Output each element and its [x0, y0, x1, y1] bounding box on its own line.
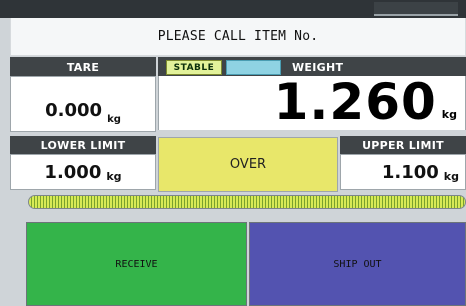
top-strip — [0, 0, 466, 18]
lower-limit-value-box[interactable]: 1.000 kg — [10, 154, 156, 190]
tare-unit: kg — [107, 114, 121, 125]
judgement-status: OVER — [158, 137, 338, 192]
lower-limit-value: 1.000 — [44, 162, 102, 183]
ship-out-button-label: SHIP OUT — [333, 258, 382, 270]
message-bar: PLEASE CALL ITEM No. — [10, 18, 466, 56]
upper-limit-value: 1.100 — [381, 162, 439, 183]
upper-limit-value-box[interactable]: 1.100 kg — [340, 154, 466, 190]
ship-out-button[interactable]: SHIP OUT — [249, 222, 466, 306]
tare-header: TARE — [10, 57, 156, 77]
receive-button-label: RECEIVE — [115, 258, 158, 270]
weight-value-box: 1.260 kg — [158, 76, 466, 130]
tare-label: TARE — [66, 60, 100, 74]
message-text: PLEASE CALL ITEM No. — [157, 29, 319, 44]
lower-limit-label: LOWER LIMIT — [40, 139, 126, 152]
weight-value: 1.260 — [273, 73, 437, 131]
lower-limit-header: LOWER LIMIT — [10, 136, 156, 155]
weight-unit: kg — [441, 108, 457, 121]
level-bar — [28, 195, 466, 209]
tare-value-box: 0.000 kg — [10, 76, 156, 132]
stable-label: STABLE — [173, 62, 215, 73]
stability-indicator — [226, 60, 281, 75]
stable-badge: STABLE — [166, 60, 222, 75]
tare-value: 0.000 — [45, 100, 103, 121]
top-strip-tab — [374, 2, 458, 16]
level-bar-fill — [29, 196, 465, 208]
receive-button[interactable]: RECEIVE — [26, 222, 247, 306]
lower-limit-unit: kg — [106, 170, 122, 183]
upper-limit-header: UPPER LIMIT — [340, 136, 466, 155]
upper-limit-unit: kg — [443, 170, 459, 183]
upper-limit-label: UPPER LIMIT — [362, 139, 444, 152]
status-text: OVER — [229, 157, 267, 172]
weight-label: WEIGHT — [292, 60, 344, 74]
